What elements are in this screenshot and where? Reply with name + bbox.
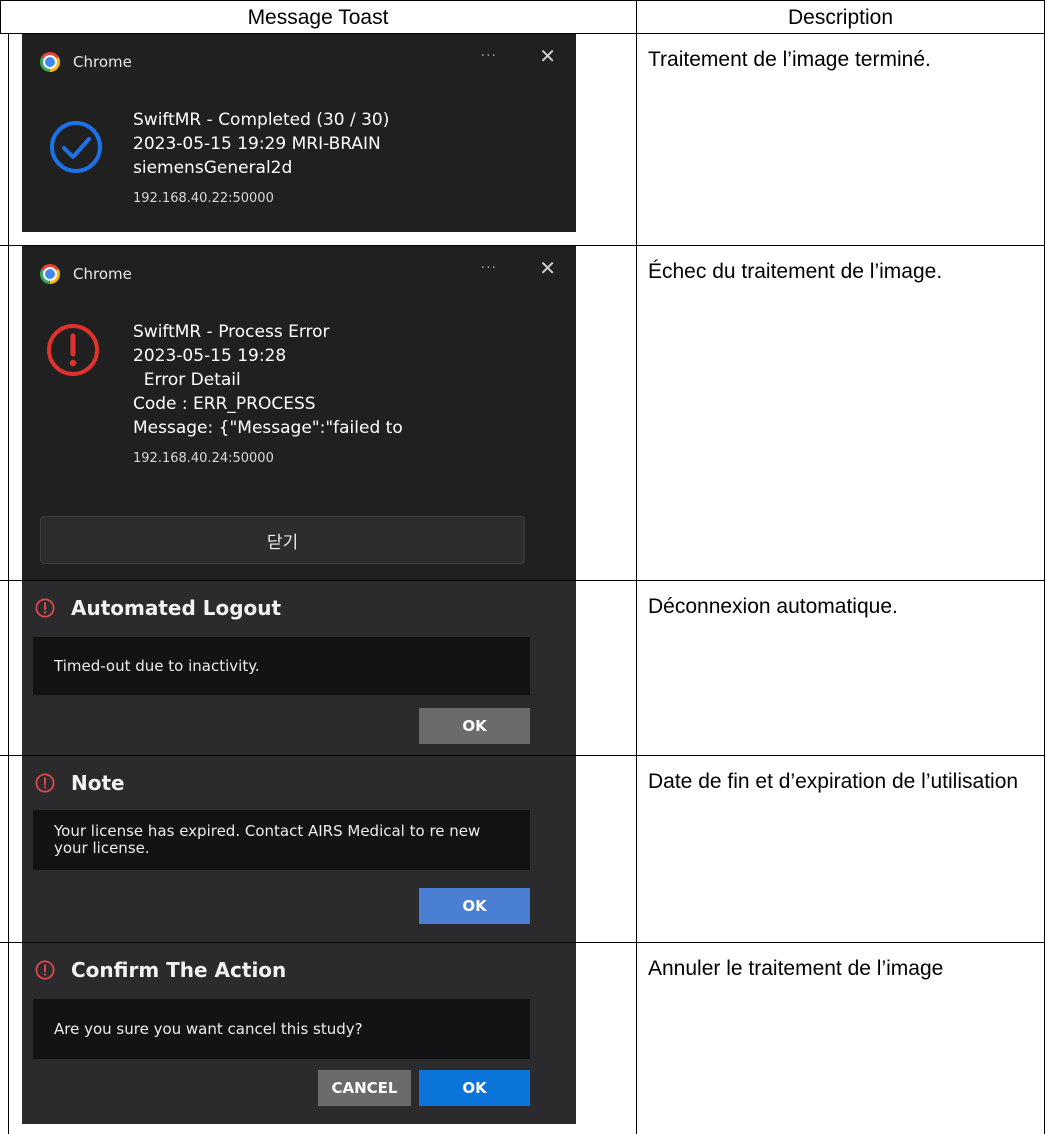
- cancel-button[interactable]: CANCEL: [318, 1070, 411, 1106]
- toast-line: 2023-05-15 19:28: [133, 346, 287, 366]
- close-toast-button[interactable]: 닫기: [40, 516, 525, 564]
- ok-button[interactable]: OK: [419, 888, 530, 924]
- dialog-title: Automated Logout: [71, 596, 282, 620]
- alert-circle-icon: [35, 960, 55, 980]
- dialog-title: Confirm The Action: [71, 958, 287, 982]
- toast-line: Message: {"Message":"failed to: [133, 418, 403, 438]
- toast-line: SwiftMR - Completed (30 / 30): [133, 110, 390, 130]
- toast-message: SwiftMR - Process Error 2023-05-15 19:28…: [133, 320, 403, 471]
- description-error: Échec du traitement de l’image.: [648, 260, 943, 283]
- toast-app-name: Chrome: [73, 53, 132, 71]
- completed-notification-toast: Chrome ··· ✕ SwiftMR - Completed (30 / 3…: [22, 34, 576, 232]
- dialog-message: Your license has expired. Contact AIRS M…: [33, 810, 530, 870]
- alert-circle-icon: [35, 773, 55, 793]
- description-logout: Déconnexion automatique.: [648, 595, 898, 618]
- more-horizontal-icon[interactable]: ···: [481, 260, 497, 276]
- description-license: Date de fin et d’expiration de l’utilisa…: [648, 770, 1019, 793]
- confirm-action-dialog: Confirm The Action Are you sure you want…: [22, 943, 576, 1124]
- error-circle-icon: [47, 324, 99, 376]
- toast-origin: 192.168.40.22:50000: [133, 191, 274, 206]
- license-expired-dialog: Note Your license has expired. Contact A…: [22, 756, 576, 942]
- more-horizontal-icon[interactable]: ···: [481, 48, 497, 64]
- error-notification-toast: Chrome ··· ✕ SwiftMR - Process Error 202…: [22, 246, 576, 580]
- dialog-title: Note: [71, 771, 125, 795]
- toast-origin: 192.168.40.24:50000: [133, 451, 274, 466]
- dialog-header: Note: [35, 771, 125, 795]
- toast-line: Code : ERR_PROCESS: [133, 394, 316, 414]
- toast-line: SwiftMR - Process Error: [133, 322, 330, 342]
- toast-message: SwiftMR - Completed (30 / 30) 2023-05-15…: [133, 108, 389, 211]
- dialog-message: Are you sure you want cancel this study?: [33, 999, 530, 1059]
- alert-circle-icon: [35, 598, 55, 618]
- chrome-logo-icon: [40, 52, 60, 72]
- ok-button[interactable]: OK: [419, 1070, 530, 1106]
- dialog-message: Timed-out due to inactivity.: [33, 637, 530, 695]
- chrome-logo-icon: [40, 264, 60, 284]
- toast-brand: Chrome: [40, 51, 132, 73]
- description-completed: Traitement de l’image terminé.: [648, 48, 931, 71]
- check-circle-icon: [50, 121, 102, 173]
- dialog-header: Confirm The Action: [35, 958, 286, 982]
- toast-line: siemensGeneral2d: [133, 158, 293, 178]
- close-icon[interactable]: ✕: [539, 44, 556, 68]
- toast-app-name: Chrome: [73, 265, 132, 283]
- toast-line: Error Detail: [133, 370, 241, 390]
- ok-button[interactable]: OK: [419, 708, 530, 744]
- column-header-toast: Message Toast: [247, 6, 389, 29]
- dialog-header: Automated Logout: [35, 596, 281, 620]
- column-header-description: Description: [787, 6, 894, 29]
- toast-brand: Chrome: [40, 263, 132, 285]
- automated-logout-dialog: Automated Logout Timed-out due to inacti…: [22, 581, 576, 755]
- toast-line: 2023-05-15 19:29 MRI-BRAIN: [133, 134, 381, 154]
- close-icon[interactable]: ✕: [539, 256, 556, 280]
- description-cancel: Annuler le traitement de l’image: [648, 957, 944, 980]
